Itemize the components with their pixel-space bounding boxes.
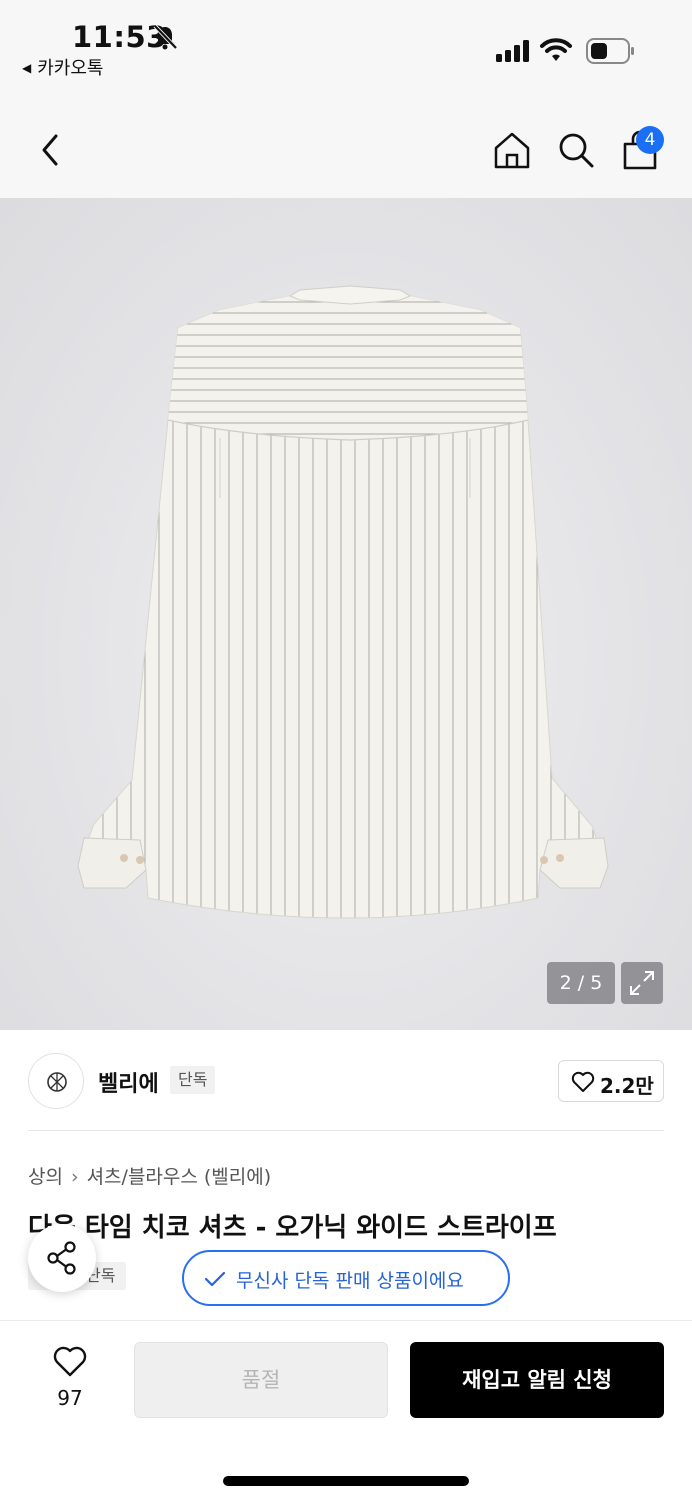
battery-icon [586, 38, 634, 64]
shirt-illustration [77, 285, 609, 919]
cart-count-badge: 4 [636, 126, 664, 154]
exclusive-notice-text: 무신사 단독 판매 상품이에요 [236, 1270, 464, 1292]
expand-icon [630, 971, 654, 995]
wishlist-heart-icon[interactable] [52, 1346, 88, 1378]
breadcrumb-item-shirts[interactable]: 셔츠/블라우스 (벨리에) [87, 1166, 272, 1188]
product-image[interactable]: 2 / 5 [0, 198, 692, 1030]
product-title: 다음 타임 치코 셔츠 - 오가닉 와이드 스트라이프 [28, 1213, 557, 1243]
brand-emblem-icon [47, 1072, 67, 1092]
expand-image-button[interactable] [621, 962, 663, 1004]
signal-icon [496, 40, 529, 62]
brand-like-button[interactable]: 2.2만 [558, 1060, 664, 1102]
restock-alert-button[interactable]: 재입고 알림 신청 [410, 1342, 664, 1418]
back-to-app-link[interactable]: ◀ 카카오톡 [22, 54, 103, 80]
wishlist-count: 97 [57, 1386, 83, 1410]
exclusive-tag: 단독 [170, 1066, 216, 1094]
wifi-icon [540, 38, 572, 61]
check-icon [204, 1271, 226, 1287]
image-counter: 2 / 5 [547, 962, 615, 1004]
brand-logo[interactable] [28, 1053, 84, 1109]
chevron-right-icon: › [70, 1166, 79, 1188]
exclusive-notice-pill: 무신사 단독 판매 상품이에요 [182, 1250, 510, 1306]
search-icon[interactable] [556, 130, 596, 170]
breadcrumb: 상의 › 셔츠/블라우스 (벨리에) [28, 1162, 271, 1189]
soldout-button: 품절 [134, 1342, 388, 1418]
back-app-label: 카카오톡 [37, 58, 104, 79]
breadcrumb-item-top[interactable]: 상의 [28, 1166, 63, 1188]
home-icon[interactable] [492, 130, 532, 170]
share-button[interactable] [28, 1224, 96, 1292]
back-icon[interactable] [36, 130, 64, 170]
brand-like-count: 2.2만 [600, 1074, 654, 1098]
home-indicator[interactable] [223, 1476, 469, 1486]
bell-muted-icon [153, 24, 178, 50]
share-icon [47, 1241, 76, 1275]
heart-outline-icon [571, 1071, 595, 1092]
brand-name[interactable]: 벨리에 [98, 1066, 159, 1098]
divider [28, 1130, 664, 1131]
nav-bar: 4 [0, 100, 692, 198]
status-bar: 11:53 ◀ 카카오톡 [0, 0, 692, 100]
